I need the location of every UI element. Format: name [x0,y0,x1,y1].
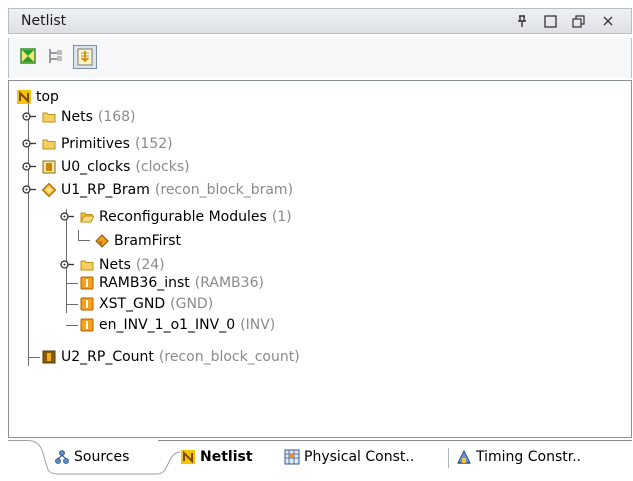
tree-node-u0-clocks[interactable]: U0_clocks (clocks) [42,156,190,178]
tree-root-top[interactable]: top [17,86,59,108]
collapse-all-icon [20,48,36,64]
primitive-icon [80,297,94,311]
expander-icon[interactable] [59,209,74,224]
tree-node-bramfirst[interactable]: BramFirst [95,230,181,252]
tab-separator [448,448,449,468]
expander-icon[interactable] [21,182,36,197]
tab-timing-constraints[interactable]: Timing Constr.. [456,440,581,474]
tab-physical-constraints[interactable]: Physical Const.. [284,440,414,474]
expander-icon[interactable] [59,257,74,272]
partition-icon [42,183,56,197]
restore-icon[interactable] [570,12,588,30]
open-folder-icon [80,212,94,223]
tree-node-xst-gnd[interactable]: XST_GND (GND) [80,293,213,315]
panel-titlebar: Netlist [8,8,632,34]
netlist-tree: top Nets (168) Primitives (152) U0_clock… [8,80,632,438]
folder-icon [42,112,56,123]
netlist-panel: Netlist top Nets (168) Primitives (152) … [0,0,633,481]
tab-netlist[interactable]: Netlist [180,440,253,474]
tree-node-u1-rp-bram[interactable]: U1_RP_Bram (recon_block_bram) [42,179,293,201]
instance-icon [42,160,56,174]
module-cube-icon [95,234,109,248]
tree-node-reconfigurable-modules[interactable]: Reconfigurable Modules (1) [80,206,292,228]
folder-icon [80,260,94,271]
panel-title: Netlist [21,13,67,29]
tree-node-ramb36-inst[interactable]: RAMB36_inst (RAMB36) [80,272,264,294]
netlist-icon [17,90,31,104]
tree-node-primitives[interactable]: Primitives (152) [42,133,173,155]
physical-constraints-icon [284,449,300,465]
tree-node-u2-rp-count[interactable]: U2_RP_Count (recon_block_count) [42,346,300,368]
panel-tabs: Sources Netlist Physical Const.. Timing … [8,440,632,481]
netlist-toolbar [8,38,632,78]
hierarchy-icon [55,450,69,464]
collapse-all-button[interactable] [17,45,41,69]
primitive-icon [80,318,94,332]
expand-hierarchy-button[interactable] [45,45,69,69]
show-selection-button[interactable] [73,45,97,69]
timing-constraints-icon [457,449,471,464]
expander-icon[interactable] [21,159,36,174]
folder-icon [42,139,56,150]
primitive-icon [80,276,94,290]
expand-hierarchy-icon [49,49,62,63]
tree-node-en-inv[interactable]: en_INV_1_o1_INV_0 (INV) [80,314,275,336]
netlist-icon [181,450,195,464]
partition-block-icon [42,350,56,364]
maximize-icon[interactable] [541,12,559,30]
tree-node-nets[interactable]: Nets (168) [42,106,136,128]
pin-icon[interactable] [513,12,531,30]
expander-icon[interactable] [21,136,36,151]
close-icon[interactable] [599,12,617,30]
tree-node-label: top [36,89,59,105]
tab-sources[interactable]: Sources [54,440,129,474]
expander-icon[interactable] [21,109,36,124]
show-selection-icon [77,48,93,66]
